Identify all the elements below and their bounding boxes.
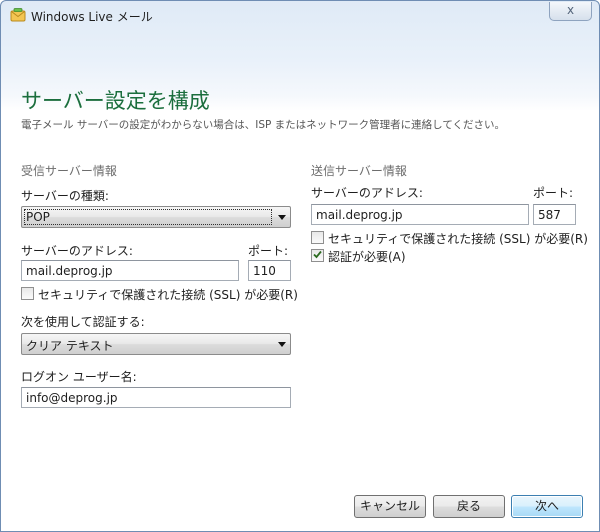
incoming-port-label: ポート:: [248, 244, 289, 258]
title-bar[interactable]: Windows Live メール x: [1, 1, 599, 33]
checkmark-icon: [313, 250, 322, 259]
auth-required-label[interactable]: 認証が必要(A): [328, 248, 406, 265]
incoming-ssl-checkbox[interactable]: [21, 287, 34, 300]
page-subtitle: 電子メール サーバーの設定がわからない場合は、ISP またはネットワーク管理者に…: [21, 119, 506, 131]
server-type-label: サーバーの種類:: [21, 189, 109, 203]
back-button[interactable]: 戻る: [433, 495, 505, 518]
outgoing-address-label: サーバーのアドレス:: [311, 186, 423, 200]
auth-required-checkbox[interactable]: [311, 249, 324, 262]
outgoing-address-input[interactable]: [311, 204, 529, 225]
outgoing-port-label: ポート:: [533, 186, 574, 200]
incoming-server-heading: 受信サーバー情報: [21, 164, 117, 178]
server-type-value: POP: [26, 210, 50, 224]
incoming-ssl-label[interactable]: セキュリティで保護された接続 (SSL) が必要(R): [38, 286, 298, 303]
chevron-down-icon: [278, 215, 286, 220]
logon-username-input[interactable]: [21, 387, 291, 408]
incoming-address-input[interactable]: [21, 260, 239, 281]
outgoing-ssl-checkbox[interactable]: [311, 231, 324, 244]
wizard-window: Windows Live メール x サーバー設定を構成 電子メール サーバーの…: [0, 0, 600, 532]
auth-method-value: クリア テキスト: [26, 339, 114, 353]
outgoing-server-heading: 送信サーバー情報: [311, 164, 407, 178]
chevron-down-icon: [278, 342, 286, 347]
auth-method-dropdown[interactable]: クリア テキスト: [21, 333, 291, 355]
server-type-dropdown[interactable]: POP: [21, 206, 291, 228]
auth-method-label: 次を使用して認証する:: [21, 315, 145, 329]
focus-outline: [24, 209, 272, 225]
windows-live-mail-icon: [10, 7, 26, 23]
outgoing-port-input[interactable]: [533, 204, 576, 225]
close-button[interactable]: x: [549, 2, 592, 21]
incoming-address-label: サーバーのアドレス:: [21, 244, 133, 258]
cancel-button[interactable]: キャンセル: [354, 495, 426, 518]
outgoing-ssl-label[interactable]: セキュリティで保護された接続 (SSL) が必要(R): [328, 230, 588, 247]
logon-username-label: ログオン ユーザー名:: [21, 370, 137, 384]
window-title: Windows Live メール: [31, 10, 153, 24]
incoming-port-input[interactable]: [248, 260, 291, 281]
next-button[interactable]: 次へ: [511, 495, 583, 518]
page-title: サーバー設定を構成: [21, 89, 210, 113]
